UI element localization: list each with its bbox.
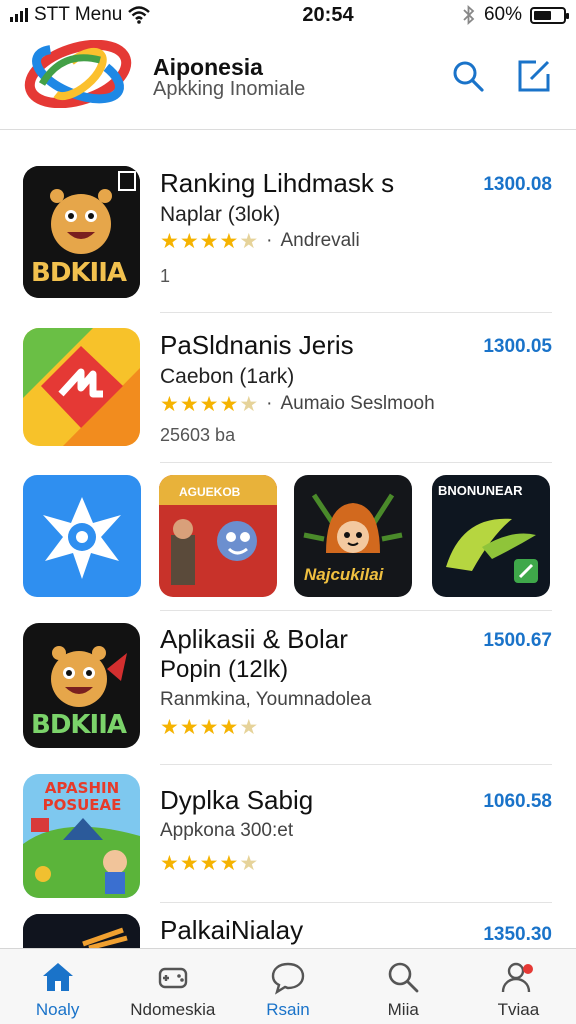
featured-app-cartoon[interactable]: AGUEKOB <box>159 475 277 597</box>
star-icon: ★ <box>239 392 259 416</box>
app-icon-monster[interactable]: BDKIIA <box>23 166 140 298</box>
app-icon-arrow[interactable] <box>23 328 140 446</box>
star-icon: ★ <box>199 229 219 253</box>
app-icon-text: BDKIIA <box>31 258 127 288</box>
app-price[interactable]: 1500.67 <box>483 630 552 652</box>
app-subtitle: Caebon (1ark) <box>160 365 295 388</box>
app-icon-text: APASHIN POSUEAE <box>42 779 122 814</box>
star-rating: ★ ★ ★ ★ ★ <box>160 853 258 874</box>
app-name: PalkaiNialay <box>160 915 304 945</box>
tab-bar: Noaly Ndomeskia Rsain Miia Tviaa <box>0 948 576 1024</box>
star-icon: ★ <box>160 852 179 875</box>
app-price[interactable]: 1350.30 <box>483 924 552 946</box>
wifi-icon <box>128 6 151 24</box>
app-developer: Aumaio Seslmooh <box>280 393 435 414</box>
app-icon-monster[interactable]: BDKIIA <box>23 623 140 748</box>
app-icon-text: BDKIIA <box>31 710 127 740</box>
app-header: Aiponesia Apkking Inomiale <box>0 30 576 130</box>
tab-chat[interactable]: Rsain <box>230 949 345 1024</box>
app-subtitle: Popin (12lk) <box>160 656 289 683</box>
rating-line: ★ ★ ★ ★ ★ <box>160 717 258 738</box>
featured-app-text: BNONUNEAR <box>438 483 523 498</box>
app-name: Aplikasii & Bolar <box>160 624 348 654</box>
signal-icon <box>10 8 28 22</box>
divider <box>160 462 552 463</box>
star-rating: ★ ★ ★ ★ ★ <box>160 231 258 252</box>
meta-separator: · <box>266 393 273 414</box>
featured-app-leaf[interactable]: BNONUNEAR <box>432 475 550 597</box>
star-icon: ★ <box>160 229 179 253</box>
brand-logo <box>24 40 132 108</box>
star-icon: ★ <box>160 716 179 739</box>
carrier-label: STT Menu <box>34 4 123 25</box>
star-icon: ★ <box>239 716 259 739</box>
tab-label: Tviaa <box>497 1000 540 1019</box>
rating-line: ★ ★ ★ ★ ★ · Aumaio Seslmooh <box>160 393 435 415</box>
app-subtitle: Naplar (3lok) <box>160 203 281 226</box>
star-icon: ★ <box>179 716 199 739</box>
app-price[interactable]: 1300.05 <box>483 336 552 358</box>
app-name: PaSldnanis Jeris <box>160 330 354 360</box>
divider <box>160 764 552 765</box>
status-bar: STT Menu 20:54 60% <box>0 0 576 30</box>
shuriken-icon <box>23 475 141 597</box>
status-time: 20:54 <box>302 3 354 26</box>
compose-button[interactable] <box>516 58 552 94</box>
tab-label: Miia <box>387 1000 419 1019</box>
tab-search[interactable]: Miia <box>346 949 461 1024</box>
page-title: Aiponesia <box>153 54 263 80</box>
star-icon: ★ <box>199 716 219 739</box>
tab-home[interactable]: Noaly <box>0 949 115 1024</box>
star-icon: ★ <box>219 852 239 875</box>
star-icon: ★ <box>219 392 239 416</box>
star-icon: ★ <box>219 229 239 253</box>
app-extra: 25603 ba <box>160 425 236 445</box>
star-icon: ★ <box>179 392 199 416</box>
featured-app-text: AGUEKOB <box>179 485 241 499</box>
app-name: Ranking Lihdmask s <box>160 168 395 198</box>
app-extra: 1 <box>160 266 171 286</box>
battery-percent: 60% <box>483 4 522 25</box>
star-rating: ★ ★ ★ ★ ★ <box>160 394 258 415</box>
page-subtitle: Apkking Inomiale <box>153 78 306 100</box>
star-icon: ★ <box>179 852 199 875</box>
rating-line: ★ ★ ★ ★ ★ · Andrevali <box>160 230 360 252</box>
divider <box>160 312 552 313</box>
app-subtitle: Appkona 300:et <box>160 820 294 841</box>
search-button[interactable] <box>450 58 486 94</box>
rating-line: ★ ★ ★ ★ ★ <box>160 853 258 874</box>
tab-label: Noaly <box>35 1000 80 1019</box>
tab-games[interactable]: Ndomeskia <box>115 949 230 1024</box>
star-icon: ★ <box>179 229 199 253</box>
star-icon: ★ <box>239 229 259 253</box>
app-name: Dyplka Sabig <box>160 785 314 815</box>
games-icon <box>158 967 187 989</box>
star-icon: ★ <box>219 716 239 739</box>
star-rating: ★ ★ ★ ★ ★ <box>160 717 258 738</box>
meta-separator: · <box>266 230 273 251</box>
star-icon: ★ <box>199 852 219 875</box>
tab-label: Ndomeskia <box>130 1000 216 1019</box>
battery-icon <box>530 6 569 24</box>
divider <box>160 902 552 903</box>
profile-icon <box>502 962 534 993</box>
tab-label: Rsain <box>266 1000 310 1019</box>
star-icon: ★ <box>199 392 219 416</box>
app-price[interactable]: 1300.08 <box>483 174 552 196</box>
search-icon <box>388 962 419 993</box>
featured-app-text: Najcukilai <box>304 565 384 584</box>
app-icon-adventure[interactable]: APASHIN POSUEAE <box>23 774 140 898</box>
app-price[interactable]: 1060.58 <box>483 791 552 813</box>
star-icon: ★ <box>239 852 259 875</box>
star-icon: ★ <box>160 392 179 416</box>
app-developer: Andrevali <box>280 230 360 251</box>
chat-icon <box>271 962 305 995</box>
featured-app-shuriken[interactable] <box>23 475 141 597</box>
featured-app-hooded[interactable]: Najcukilai <box>294 475 412 597</box>
tab-profile[interactable]: Tviaa <box>461 949 576 1024</box>
bluetooth-icon <box>463 5 475 25</box>
divider <box>160 610 552 611</box>
app-developer: Ranmkina, Youmnadolea <box>160 689 372 710</box>
home-icon <box>42 963 73 991</box>
